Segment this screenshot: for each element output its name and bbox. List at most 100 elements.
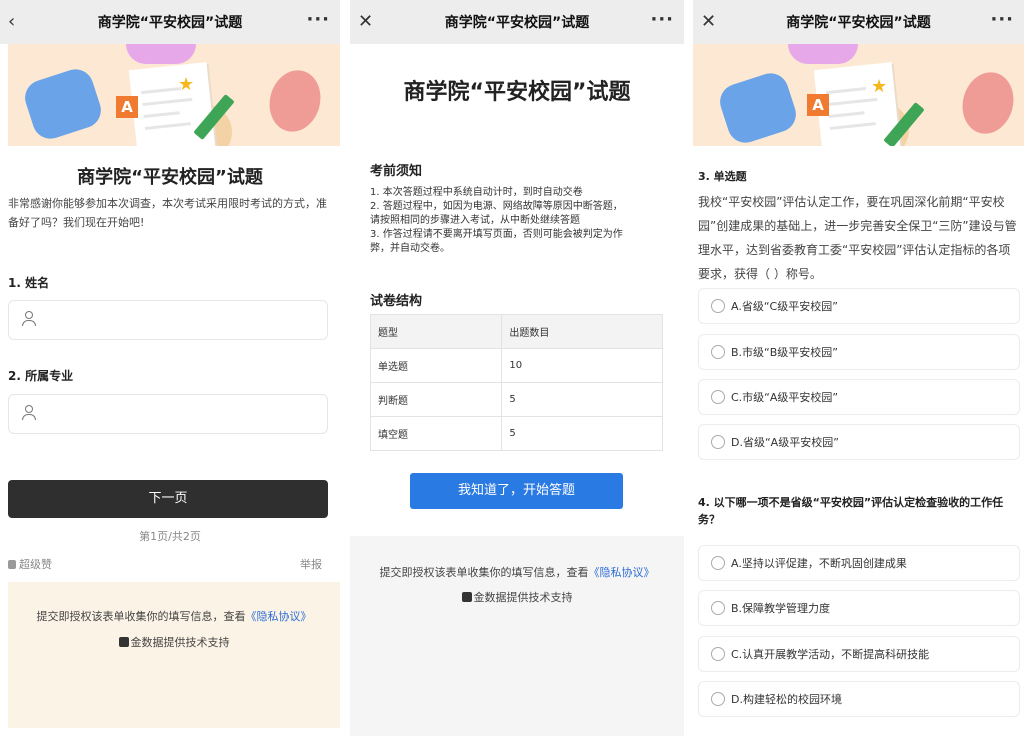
page-indicator: 第1页/共2页 [139,530,201,543]
tech-support: 金数据提供技术支持 [8,634,340,650]
q3-option-c[interactable]: C.市级“A级平安校园” [698,379,1020,415]
letter-a-icon: A [116,96,138,118]
jinshuju-logo-icon [118,637,129,647]
footer: 提交即授权该表单收集你的填写信息，查看《隐私协议》 金数据提供技术支持 [8,582,340,728]
option-label: B.保障教学管理力度 [731,602,831,615]
q3-option-a[interactable]: A.省级“C级平安校园” [698,288,1020,324]
q4-option-c[interactable]: C.认真开展教学活动，不断提高科研技能 [698,636,1020,672]
start-exam-button[interactable]: 我知道了，开始答题 [410,473,623,509]
tech-support-label: 金数据提供技术支持 [130,636,230,649]
tech-support: 金数据提供技术支持 [350,589,684,605]
form-intro: 非常感谢你能够参加本次调查，本次考试采用限时考试的方式，准备好了吗？我们现在开始… [8,197,327,229]
window-title: 商学院“平安校园”试题 [786,15,931,31]
consent-prefix: 提交即授权该表单收集你的填写信息，查看 [379,566,589,579]
consent-text: 提交即授权该表单收集你的填写信息，查看《隐私协议》 [350,564,684,580]
q4-option-a[interactable]: A.坚持以评促建，不断巩固创建成果 [698,545,1020,581]
table-cell: 单选题 [369,348,503,383]
notice-line: 请按照相同的步骤进入考试，从中断处继续答题 [370,215,580,226]
next-page-button[interactable]: 下一页 [8,480,328,518]
notice-line: 3. 作答过程请不要离开填写页面，否则可能会被判定为作 [370,229,623,240]
more-icon[interactable]: ··· [990,9,1014,31]
q3-option-b[interactable]: B.市级“B级平安校园” [698,334,1020,370]
table-header-cell: 出题数目 [501,314,663,349]
panel-form-page-1: ‹ 商学院“平安校园”试题 ··· ★ A 商学院“平安校园”试题 非常感谢你能… [0,0,340,736]
decor-blue-shape [715,68,801,146]
question-label-major: 2. 所属专业 [8,369,74,383]
window-title: 商学院“平安校园”试题 [444,15,590,31]
top-bar: ✕ 商学院“平安校园”试题 ··· [350,0,684,44]
header-banner: ★ A [8,44,340,146]
thumb-up-icon [8,560,16,569]
person-icon [21,405,36,421]
table-cell: 5 [501,416,663,451]
privacy-link[interactable]: 《隐私协议》 [589,566,655,579]
structure-title: 试卷结构 [370,294,423,309]
radio-icon[interactable] [711,390,725,404]
privacy-link[interactable]: 《隐私协议》 [246,610,312,623]
like-button[interactable]: 超级赞 [8,556,52,572]
like-label: 超级赞 [19,558,52,571]
radio-icon[interactable] [711,299,725,313]
person-icon [21,311,36,327]
decor-red-shape [262,64,328,138]
table-cell: 填空题 [369,416,503,451]
table-header-cell: 题型 [369,314,503,349]
option-label: A.坚持以评促建，不断巩固创建成果 [731,557,907,570]
question-3-label: 3. 单选题 [698,170,747,183]
notice-line: 弊，并自动交卷。 [370,243,450,254]
more-icon[interactable]: ··· [306,9,330,31]
tech-support-label: 金数据提供技术支持 [473,591,573,604]
jinshuju-logo-icon [461,592,472,602]
major-field[interactable] [8,394,328,434]
radio-icon[interactable] [711,647,725,661]
question-4-label: 4. 以下哪一项不是省级“平安校园”评估认定检查验收的工作任务？ [698,496,1004,526]
option-label: D.省级“A级平安校园” [731,436,839,449]
table-cell: 判断题 [369,382,503,417]
radio-icon[interactable] [711,692,725,706]
radio-icon[interactable] [711,556,725,570]
header-banner: ★ A [693,44,1024,146]
decor-pink-shape [126,44,196,64]
table-row: 填空题 5 [369,416,663,451]
decor-blue-shape [20,64,106,144]
top-bar: ‹ 商学院“平安校园”试题 ··· [0,0,340,44]
footer: 提交即授权该表单收集你的填写信息，查看《隐私协议》 金数据提供技术支持 [350,536,684,736]
question-label-name: 1. 姓名 [8,276,50,290]
table-cell: 10 [501,348,663,383]
table-header-row: 题型 出题数目 [369,314,663,349]
q3-option-d[interactable]: D.省级“A级平安校园” [698,424,1020,460]
consent-text: 提交即授权该表单收集你的填写信息，查看《隐私协议》 [8,608,340,624]
table-row: 单选题 10 [369,348,663,383]
radio-icon[interactable] [711,601,725,615]
option-label: D.构建轻松的校园环境 [731,693,842,706]
decor-pink-shape [788,44,858,64]
form-title: 商学院“平安校园”试题 [77,167,263,188]
decor-red-shape [955,66,1021,140]
radio-icon[interactable] [711,435,725,449]
star-icon: ★ [178,74,195,95]
consent-prefix: 提交即授权该表单收集你的填写信息，查看 [36,610,246,623]
structure-table: 题型 出题数目 单选题 10 判断题 5 填空题 5 [369,314,663,451]
option-label: C.认真开展教学活动，不断提高科研技能 [731,648,930,661]
option-label: C.市级“A级平安校园” [731,391,839,404]
star-icon: ★ [871,76,888,97]
option-label: B.市级“B级平安校园” [731,346,838,359]
notice-list: 1. 本次答题过程中系统自动计时，到时自动交卷 2. 答题过程中，如因为电源、网… [370,186,666,256]
panel-exam-notice: ✕ 商学院“平安校园”试题 ··· 商学院“平安校园”试题 考前须知 1. 本次… [350,0,684,736]
q4-option-b[interactable]: B.保障教学管理力度 [698,590,1020,626]
window-title: 商学院“平安校园”试题 [97,15,243,31]
name-field[interactable] [8,300,328,340]
notice-title: 考前须知 [370,164,423,179]
panel-questions: ✕ 商学院“平安校园”试题 ··· ★ A 3. 单选题 我校“平安校园”评估认… [693,0,1024,736]
q4-option-d[interactable]: D.构建轻松的校园环境 [698,681,1020,717]
option-label: A.省级“C级平安校园” [731,300,838,313]
table-cell: 5 [501,382,663,417]
question-3-text: 我校“平安校园”评估认定工作，要在巩固深化前期“平安校园”创建成果的基础上，进一… [698,195,1017,281]
more-icon[interactable]: ··· [650,9,674,31]
table-row: 判断题 5 [369,382,663,417]
notice-line: 2. 答题过程中，如因为电源、网络故障等原因中断答题， [370,201,623,212]
report-link[interactable]: 举报 [300,556,322,572]
letter-a-icon: A [807,94,829,116]
exam-heading: 商学院“平安校园”试题 [403,80,631,105]
radio-icon[interactable] [711,345,725,359]
